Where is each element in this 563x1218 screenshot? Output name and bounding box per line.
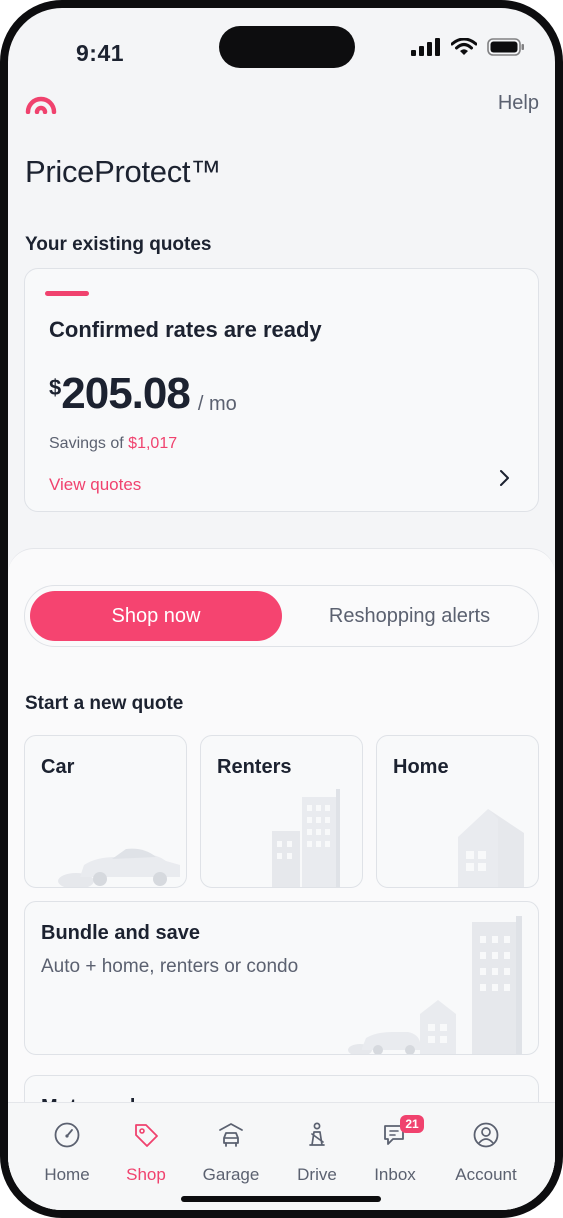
seatbelt-icon: [309, 1122, 325, 1146]
new-quote-label: Start a new quote: [25, 693, 184, 714]
bundle-quote-tile[interactable]: Bundle and save Auto + home, renters or …: [24, 901, 539, 1055]
currency-symbol: $: [49, 375, 62, 400]
status-bar: 9:41: [8, 8, 555, 88]
nav-garage[interactable]: Garage: [186, 1121, 276, 1185]
renters-quote-tile[interactable]: Renters: [200, 735, 363, 888]
car-illustration-icon: [58, 848, 180, 887]
car-quote-tile[interactable]: Car: [24, 735, 187, 888]
battery-icon: [487, 38, 524, 56]
cellular-signal-icon: [411, 38, 440, 56]
tab-shop-now[interactable]: Shop now: [30, 591, 282, 641]
view-quotes-link[interactable]: View quotes: [49, 475, 141, 495]
home-indicator: [181, 1196, 381, 1202]
nav-home[interactable]: Home: [22, 1121, 112, 1185]
dynamic-island: [219, 26, 355, 68]
savings-prefix: Savings of: [49, 435, 124, 452]
nav-home-label: Home: [44, 1165, 90, 1184]
tab-reshopping-alerts[interactable]: Reshopping alerts: [287, 591, 532, 641]
nav-shop-label: Shop: [126, 1165, 166, 1184]
bundle-illustration-icon: [348, 916, 522, 1054]
card-accent-bar: [45, 291, 89, 296]
house-illustration-icon: [458, 809, 524, 887]
savings-amount: $1,017: [128, 435, 178, 452]
quote-card-heading: Confirmed rates are ready: [49, 317, 322, 342]
bundle-tile-subtitle: Auto + home, renters or condo: [41, 956, 299, 977]
nav-garage-label: Garage: [202, 1165, 260, 1184]
status-time: 9:41: [76, 40, 125, 66]
car-tile-label: Car: [41, 756, 75, 778]
existing-quote-card[interactable]: Confirmed rates are ready $ 205.08 / mo …: [24, 268, 539, 512]
help-link[interactable]: Help: [498, 92, 539, 115]
page-title: PriceProtect™: [25, 154, 221, 189]
nav-drive[interactable]: Drive: [272, 1121, 362, 1185]
bundle-tile-label: Bundle and save: [41, 922, 200, 944]
brand-logo-icon: [25, 96, 57, 114]
nav-drive-label: Drive: [297, 1165, 337, 1184]
inbox-badge: 21: [400, 1115, 424, 1133]
gauge-icon: [54, 1122, 80, 1148]
price-unit: / mo: [197, 393, 237, 415]
apartment-building-icon: [272, 789, 340, 887]
monthly-price: 205.08: [61, 369, 191, 418]
tag-icon: [135, 1124, 158, 1147]
home-quote-tile[interactable]: Home: [376, 735, 539, 888]
garage-icon: [219, 1123, 243, 1147]
price-display: $ 205.08 / mo: [49, 369, 237, 419]
nav-shop[interactable]: Shop: [101, 1121, 191, 1185]
existing-quotes-label: Your existing quotes: [25, 234, 212, 255]
system-icons: [411, 38, 525, 56]
nav-inbox[interactable]: 21 Inbox: [350, 1115, 440, 1185]
nav-account-label: Account: [455, 1165, 517, 1184]
shop-segmented-control: Shop now Reshopping alerts: [24, 585, 539, 647]
phone-frame: 9:41 Help PriceProtect™ Your existing qu…: [0, 0, 563, 1218]
nav-account[interactable]: Account: [441, 1121, 531, 1185]
home-tile-label: Home: [393, 756, 449, 778]
renters-tile-label: Renters: [217, 756, 292, 778]
user-icon: [473, 1122, 499, 1148]
nav-inbox-label: Inbox: [374, 1165, 416, 1184]
chevron-right-icon[interactable]: [498, 467, 512, 489]
savings-text: Savings of $1,017: [49, 435, 177, 453]
wifi-icon: [451, 38, 477, 55]
